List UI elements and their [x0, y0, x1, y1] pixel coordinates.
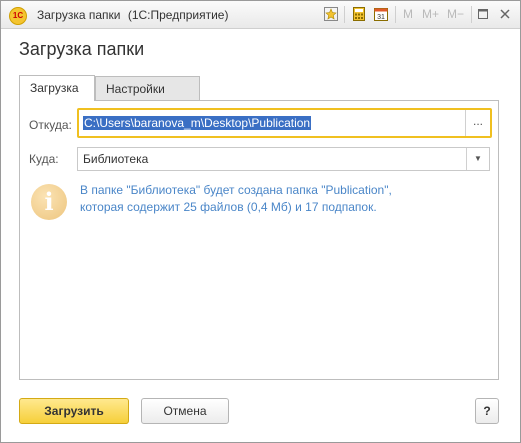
- load-button[interactable]: Загрузить: [19, 398, 129, 424]
- info-line-2: которая содержит 25 файлов (0,4 Мб) и 17…: [80, 200, 377, 214]
- to-label: Куда:: [29, 152, 59, 166]
- favorite-icon[interactable]: [323, 6, 339, 22]
- dropdown-button[interactable]: ▼: [466, 148, 489, 170]
- from-path-field[interactable]: C:\Users\baranova_m\Desktop\Publication …: [77, 108, 492, 138]
- window-title: Загрузка папки (1С:Предприятие): [37, 8, 228, 22]
- title-bar[interactable]: 1C Загрузка папки (1С:Предприятие) 31 M …: [1, 1, 520, 29]
- browse-button[interactable]: ...: [465, 110, 490, 136]
- info-icon: i: [31, 184, 67, 220]
- memory-button[interactable]: M: [403, 7, 413, 21]
- calendar-icon[interactable]: 31: [373, 6, 389, 22]
- help-button[interactable]: ?: [475, 398, 499, 424]
- tab-load[interactable]: Загрузка: [19, 75, 95, 101]
- close-icon[interactable]: [497, 6, 513, 22]
- memory-minus-button[interactable]: M−: [447, 7, 464, 21]
- dialog-window: 1C Загрузка папки (1С:Предприятие) 31 M …: [0, 0, 521, 443]
- tab-panel: [19, 100, 499, 380]
- page-title: Загрузка папки: [19, 39, 145, 59]
- tab-settings[interactable]: Настройки: [95, 76, 200, 100]
- 1c-logo-icon: 1C: [9, 7, 27, 25]
- from-path-value[interactable]: C:\Users\baranova_m\Desktop\Publication: [83, 116, 312, 130]
- toolbar-separator: [471, 6, 472, 23]
- window-title-name: Загрузка папки: [37, 8, 121, 22]
- svg-text:31: 31: [377, 14, 385, 21]
- window-app-name: (1С:Предприятие): [127, 8, 229, 22]
- toolbar-separator: [395, 6, 396, 23]
- calculator-icon[interactable]: [351, 6, 367, 22]
- info-message: В папке "Библиотека" будет создана папка…: [80, 182, 490, 216]
- memory-plus-button[interactable]: M+: [422, 7, 439, 21]
- info-line-1: В папке "Библиотека" будет создана папка…: [80, 183, 392, 197]
- to-folder-value: Библиотека: [83, 152, 149, 166]
- from-label: Откуда:: [29, 118, 72, 132]
- cancel-button[interactable]: Отмена: [141, 398, 229, 424]
- restore-window-icon[interactable]: [475, 6, 491, 22]
- chevron-down-icon: ▼: [474, 154, 482, 163]
- toolbar-separator: [344, 6, 345, 23]
- to-folder-field[interactable]: Библиотека ▼: [77, 147, 490, 171]
